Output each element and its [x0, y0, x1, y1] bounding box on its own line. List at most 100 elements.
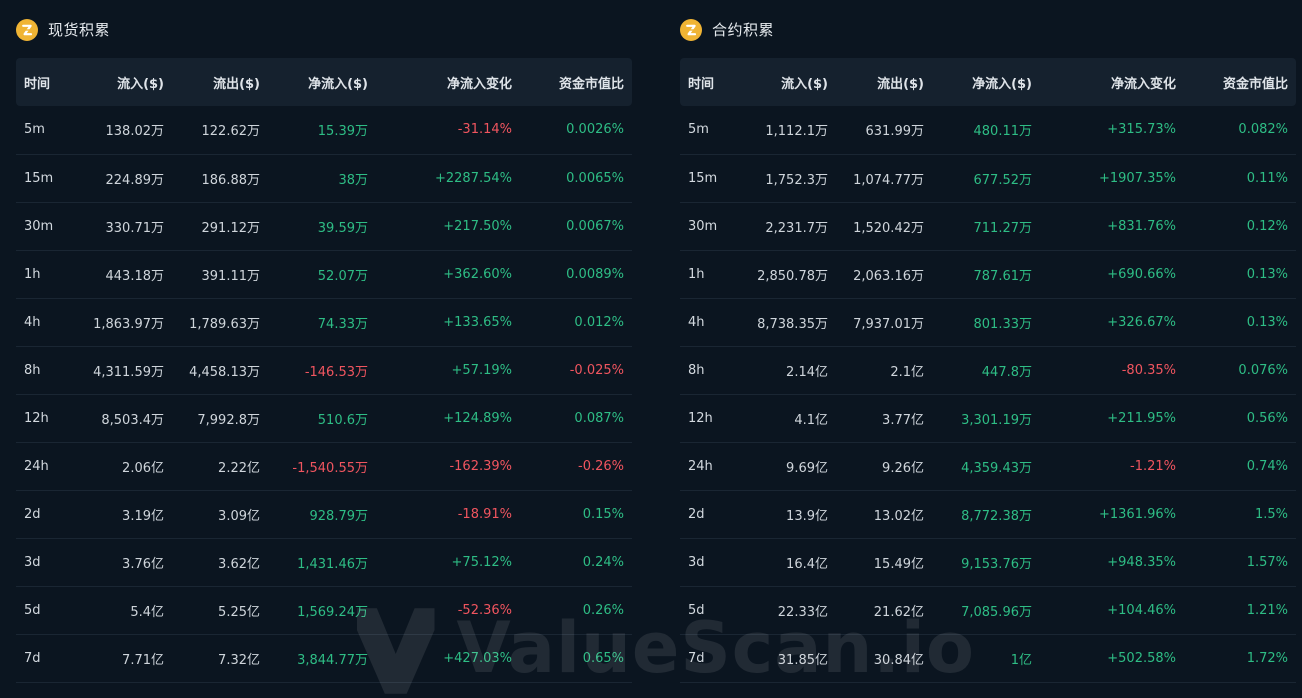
net-cell: 1亿	[1010, 652, 1032, 668]
net-cell: 74.33万	[317, 316, 368, 332]
time-cell: 24h	[24, 458, 49, 474]
change-cell: -162.39%	[449, 458, 512, 474]
net-cell: -146.53万	[304, 364, 368, 380]
page: 现货积累 时间 流入($) 流出($) 净流入($) 净流入变化 资金市值比 5m 138.…	[0, 0, 1302, 698]
ratio-cell: 1.21%	[1246, 602, 1288, 618]
column-header: 净流入($)	[308, 76, 368, 92]
change-cell: +211.95%	[1107, 410, 1176, 426]
time-cell: 1h	[688, 266, 705, 282]
inflow-cell: 9.69亿	[786, 460, 828, 476]
ratio-cell: 0.0026%	[566, 122, 624, 138]
net-cell: 928.79万	[309, 508, 369, 524]
time-cell: 12h	[688, 410, 713, 426]
column-header: 流出($)	[877, 76, 924, 92]
table-row: 1h 443.18万 391.11万 52.07万 +362.60% 0.0089%	[16, 250, 632, 298]
ratio-cell: 0.56%	[1246, 410, 1288, 426]
ratio-cell: 0.12%	[1246, 218, 1288, 234]
outflow-cell: 15.49亿	[873, 556, 924, 572]
ratio-cell: 1.57%	[1246, 554, 1288, 570]
outflow-cell: 391.11万	[201, 268, 261, 284]
outflow-cell: 30.84亿	[873, 652, 924, 668]
time-cell: 5d	[24, 602, 41, 618]
change-cell: +362.60%	[443, 266, 512, 282]
column-header: 流入($)	[781, 76, 828, 92]
table-row: 4h 8,738.35万 7,937.01万 801.33万 +326.67% 0.13%	[680, 298, 1296, 346]
change-cell: +75.12%	[451, 554, 512, 570]
table-row: 12h 4.1亿 3.77亿 3,301.19万 +211.95% 0.56%	[680, 394, 1296, 442]
change-cell: +1361.96%	[1098, 506, 1176, 522]
ratio-cell: 0.11%	[1246, 170, 1288, 186]
spot-accumulation-panel: 现货积累 时间 流入($) 流出($) 净流入($) 净流入变化 资金市值比 5m 138.…	[16, 0, 632, 683]
table-row: 5m 138.02万 122.62万 15.39万 -31.14% 0.0026%	[16, 106, 632, 154]
outflow-cell: 1,789.63万	[189, 316, 260, 332]
spot-table: 时间 流入($) 流出($) 净流入($) 净流入变化 资金市值比 5m 138.02万 12…	[16, 58, 632, 683]
time-cell: 1h	[24, 266, 41, 282]
net-cell: 7,085.96万	[961, 604, 1032, 620]
table-body: 5m 138.02万 122.62万 15.39万 -31.14% 0.0026% 15m 2…	[16, 106, 632, 682]
outflow-cell: 291.12万	[201, 220, 261, 236]
outflow-cell: 2.22亿	[218, 460, 260, 476]
column-header: 净流入变化	[1110, 76, 1176, 92]
inflow-cell: 8,738.35万	[757, 316, 828, 332]
net-cell: 787.61万	[973, 268, 1033, 284]
time-cell: 5m	[688, 122, 709, 138]
inflow-cell: 13.9亿	[786, 508, 828, 524]
ratio-cell: 0.0067%	[566, 218, 624, 234]
time-cell: 15m	[24, 170, 54, 186]
change-cell: +690.66%	[1107, 266, 1176, 282]
time-cell: 7d	[688, 650, 705, 666]
ratio-cell: 0.24%	[582, 554, 624, 570]
inflow-cell: 224.89万	[105, 172, 165, 188]
inflow-cell: 2.14亿	[786, 364, 828, 380]
change-cell: -52.36%	[457, 602, 512, 618]
outflow-cell: 186.88万	[201, 172, 261, 188]
coin-icon	[680, 19, 702, 41]
inflow-cell: 2,231.7万	[765, 220, 828, 236]
outflow-cell: 3.09亿	[218, 508, 260, 524]
table-row: 8h 2.14亿 2.1亿 447.8万 -80.35% 0.076%	[680, 346, 1296, 394]
net-cell: 711.27万	[973, 220, 1033, 236]
inflow-cell: 7.71亿	[122, 652, 164, 668]
ratio-cell: 1.72%	[1246, 650, 1288, 666]
ratio-cell: 0.13%	[1246, 266, 1288, 282]
change-cell: -18.91%	[457, 506, 512, 522]
inflow-cell: 8,503.4万	[101, 412, 164, 428]
outflow-cell: 7,992.8万	[197, 412, 260, 428]
net-cell: 4,359.43万	[961, 460, 1032, 476]
time-cell: 15m	[688, 170, 718, 186]
time-cell: 8h	[688, 362, 705, 378]
outflow-cell: 7.32亿	[218, 652, 260, 668]
inflow-cell: 330.71万	[105, 220, 165, 236]
table-row: 5d 22.33亿 21.62亿 7,085.96万 +104.46% 1.21%	[680, 586, 1296, 634]
ratio-cell: 0.087%	[574, 410, 624, 426]
ratio-cell: -0.025%	[569, 362, 624, 378]
table-row: 24h 2.06亿 2.22亿 -1,540.55万 -162.39% -0.26%	[16, 442, 632, 490]
time-cell: 12h	[24, 410, 49, 426]
net-cell: 480.11万	[973, 124, 1033, 140]
change-cell: +1907.35%	[1098, 170, 1176, 186]
inflow-cell: 443.18万	[105, 268, 165, 284]
table-row: 15m 224.89万 186.88万 38万 +2287.54% 0.0065%	[16, 154, 632, 202]
outflow-cell: 13.02亿	[873, 508, 924, 524]
outflow-cell: 1,520.42万	[853, 220, 924, 236]
outflow-cell: 21.62亿	[873, 604, 924, 620]
outflow-cell: 3.77亿	[882, 412, 924, 428]
ratio-cell: 0.26%	[582, 602, 624, 618]
time-cell: 3d	[24, 554, 41, 570]
table-row: 30m 330.71万 291.12万 39.59万 +217.50% 0.0067%	[16, 202, 632, 250]
ratio-cell: 0.15%	[582, 506, 624, 522]
change-cell: +133.65%	[443, 314, 512, 330]
table-row: 5m 1,112.1万 631.99万 480.11万 +315.73% 0.082%	[680, 106, 1296, 154]
table-row: 3d 3.76亿 3.62亿 1,431.46万 +75.12% 0.24%	[16, 538, 632, 586]
time-cell: 5d	[688, 602, 705, 618]
table-row: 30m 2,231.7万 1,520.42万 711.27万 +831.76% 0.12%	[680, 202, 1296, 250]
change-cell: +57.19%	[451, 362, 512, 378]
ratio-cell: 0.65%	[582, 650, 624, 666]
change-cell: +427.03%	[443, 650, 512, 666]
outflow-cell: 3.62亿	[218, 556, 260, 572]
table-body: 5m 1,112.1万 631.99万 480.11万 +315.73% 0.082% 15…	[680, 106, 1296, 682]
inflow-cell: 4.1亿	[794, 412, 828, 428]
net-cell: 15.39万	[317, 124, 368, 140]
net-cell: 8,772.38万	[961, 508, 1032, 524]
inflow-cell: 22.33亿	[777, 604, 828, 620]
